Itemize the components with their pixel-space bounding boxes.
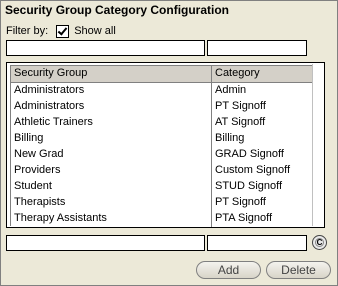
- cell-category: PT Signoff: [215, 100, 266, 112]
- cell-category: STUD Signoff: [215, 180, 283, 192]
- cell-security-group: Student: [11, 179, 212, 195]
- table-row[interactable]: New Grad GRAD Signoff: [11, 147, 313, 163]
- panel-title: Security Group Category Configuration: [5, 3, 230, 17]
- cell-category: GRAD Signoff: [215, 148, 284, 160]
- grid-header: Security Group Category: [11, 66, 313, 83]
- table-row[interactable]: Administrators Admin: [11, 83, 313, 99]
- filter-row: Filter by: Show all: [6, 23, 116, 39]
- cell-security-group: Administrators: [11, 99, 212, 115]
- cell-security-group: Therapists: [11, 195, 212, 211]
- entry-category-input[interactable]: [207, 235, 307, 251]
- config-panel: Security Group Category Configuration Fi…: [0, 0, 338, 286]
- clear-icon[interactable]: C: [312, 235, 327, 250]
- cell-security-group: Therapy Assistants: [11, 211, 212, 227]
- cell-category: Billing: [215, 132, 245, 144]
- grid-table: Security Group Category Administrators Ad…: [10, 65, 314, 227]
- cell-category: Admin: [215, 84, 247, 96]
- table-row[interactable]: Billing Billing: [11, 131, 313, 147]
- table-row[interactable]: Athletic Trainers AT Signoff: [11, 115, 313, 131]
- cell-category: PTA Signoff: [215, 212, 273, 224]
- grid-body: Administrators Admin Administrators PT Sign…: [11, 83, 313, 227]
- table-row[interactable]: Providers Custom Signoff: [11, 163, 313, 179]
- filter-category-input[interactable]: [207, 40, 307, 56]
- entry-group-input[interactable]: [6, 235, 205, 251]
- table-row[interactable]: Student STUD Signoff: [11, 179, 313, 195]
- filter-group-input[interactable]: [6, 40, 205, 56]
- delete-button[interactable]: Delete: [266, 261, 331, 279]
- cell-security-group: New Grad: [11, 147, 212, 163]
- vertical-scrollbar[interactable]: [312, 64, 323, 226]
- cell-security-group: Providers: [11, 163, 212, 179]
- cell-category: AT Signoff: [215, 116, 266, 128]
- column-header-category[interactable]: Category: [212, 66, 313, 82]
- filter-label: Filter by:: [6, 25, 49, 37]
- table-row[interactable]: Therapy Assistants PTA Signoff: [11, 211, 313, 227]
- security-group-grid[interactable]: Security Group Category Administrators Ad…: [6, 62, 325, 228]
- add-button[interactable]: Add: [196, 261, 261, 279]
- cell-category: PT Signoff: [215, 196, 266, 208]
- column-header-security-group[interactable]: Security Group: [11, 66, 212, 82]
- cell-security-group: Administrators: [11, 83, 212, 99]
- cell-category: Custom Signoff: [215, 164, 291, 176]
- show-all-label[interactable]: Show all: [74, 25, 116, 37]
- show-all-checkbox[interactable]: [56, 24, 70, 38]
- table-row[interactable]: Therapists PT Signoff: [11, 195, 313, 211]
- cell-security-group: Billing: [11, 131, 212, 147]
- cell-security-group: Athletic Trainers: [11, 115, 212, 131]
- table-row[interactable]: Administrators PT Signoff: [11, 99, 313, 115]
